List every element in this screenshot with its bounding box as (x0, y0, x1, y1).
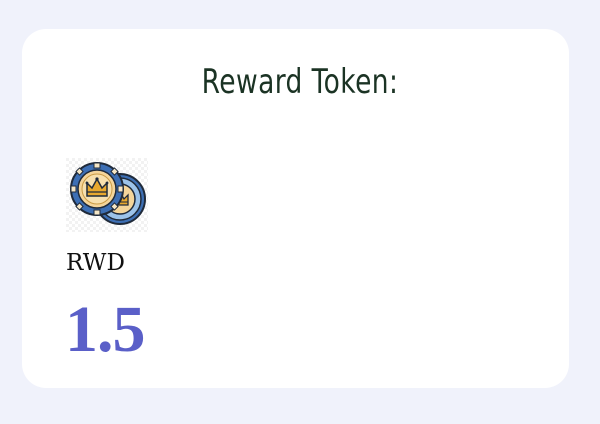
token-amount: 1.5 (65, 293, 145, 366)
card-title: Reward Token: (201, 62, 399, 102)
crown-coins-icon (66, 158, 148, 232)
token-symbol: RWD (66, 250, 125, 276)
